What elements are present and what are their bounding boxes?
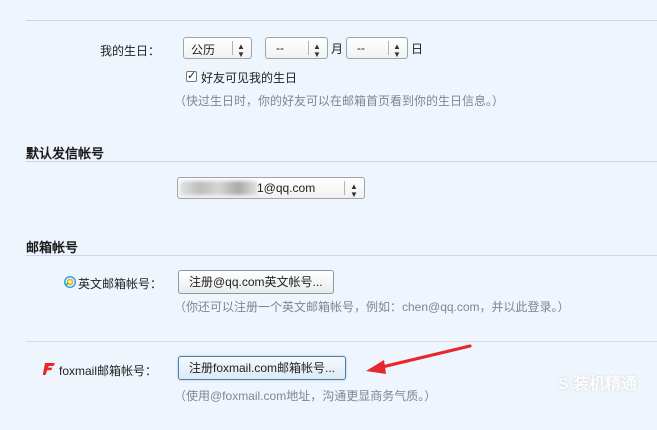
redacted-email-prefix bbox=[180, 181, 258, 195]
foxmail-account-label: foxmail邮箱帐号： bbox=[59, 364, 158, 378]
default-sender-value: 1@qq.com bbox=[257, 181, 316, 195]
red-arrow-icon bbox=[366, 344, 472, 374]
up-down-arrows-icon: ▲ ▼ bbox=[393, 42, 401, 59]
month-select[interactable]: -- ▲ ▼ bbox=[265, 37, 328, 59]
english-account-hint: （你还可以注册一个英文邮箱帐号，例如：chen@qq.com，并以此登录。） bbox=[174, 300, 570, 314]
top-divider bbox=[26, 20, 657, 21]
english-account-label: 英文邮箱帐号： bbox=[78, 277, 163, 291]
month-select-value: -- bbox=[276, 41, 284, 55]
up-down-arrows-icon: ▲ ▼ bbox=[237, 42, 245, 59]
register-english-account-button[interactable]: 注册@qq.com英文帐号... bbox=[178, 270, 334, 294]
default-sender-divider bbox=[26, 161, 657, 162]
default-sender-title: 默认发信帐号 bbox=[26, 146, 105, 161]
qq-logo-icon bbox=[63, 275, 77, 289]
calendar-select[interactable]: 公历 ▲ ▼ bbox=[183, 37, 252, 59]
birthday-visible-label[interactable]: 好友可见我的生日 bbox=[201, 69, 297, 86]
default-sender-select[interactable]: 1@qq.com ▲ ▼ bbox=[177, 177, 365, 199]
day-unit: 日 bbox=[411, 42, 424, 56]
register-foxmail-account-button[interactable]: 注册foxmail.com邮箱帐号... bbox=[178, 356, 347, 380]
up-down-arrows-icon: ▲ ▼ bbox=[350, 182, 358, 199]
calendar-select-value: 公历 bbox=[191, 43, 216, 57]
foxmail-logo-icon bbox=[42, 362, 56, 376]
mail-accounts-divider bbox=[26, 255, 657, 256]
birthday-hint: （快过生日时，你的好友可以在邮箱首页看到你的生日信息。） bbox=[174, 94, 505, 108]
day-select[interactable]: -- ▲ ▼ bbox=[346, 37, 408, 59]
checkmark-icon: ✓ bbox=[187, 70, 197, 82]
mail-accounts-title: 邮箱帐号 bbox=[26, 240, 79, 255]
birthday-label: 我的生日： bbox=[99, 44, 160, 58]
watermark-logo: S 装机精通 bbox=[557, 376, 637, 393]
up-down-arrows-icon: ▲ ▼ bbox=[313, 42, 321, 59]
foxmail-account-hint: （使用@foxmail.com地址，沟通更显商务气质。） bbox=[174, 389, 437, 403]
foxmail-divider bbox=[26, 341, 657, 342]
month-unit: 月 bbox=[331, 42, 344, 56]
birthday-visible-checkbox[interactable]: ✓ bbox=[186, 70, 197, 82]
day-select-value: -- bbox=[357, 41, 365, 55]
